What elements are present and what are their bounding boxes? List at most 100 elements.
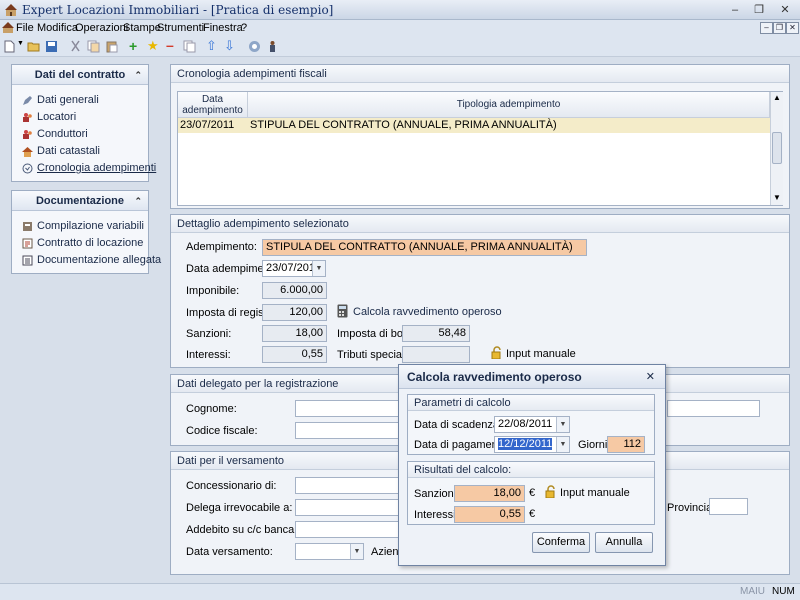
- collapse-icon[interactable]: ⌃: [134, 191, 142, 211]
- sidebar-item-dati-catastali[interactable]: Dati catastali: [12, 143, 148, 160]
- chevron-down-icon[interactable]: ▼: [556, 437, 569, 452]
- app-logo-icon: [5, 4, 17, 16]
- scrollbar-thumb[interactable]: [772, 132, 782, 164]
- interessi-label: Interessi:: [186, 349, 231, 361]
- sidebar-item-label: Cronologia adempimenti: [37, 162, 157, 174]
- imposta-bollo-field[interactable]: 58,48: [402, 325, 470, 342]
- dialog-interessi-field[interactable]: 0,55: [454, 506, 525, 523]
- chevron-down-icon[interactable]: ▼: [350, 544, 363, 559]
- contract-data-panel: Dati del contratto ⌃ Dati generali Locat…: [11, 64, 156, 182]
- vertical-scrollbar[interactable]: ▲ ▼: [770, 92, 783, 205]
- cancel-button[interactable]: Annulla: [595, 532, 653, 553]
- documentation-panel-header[interactable]: Documentazione ⌃: [12, 191, 148, 211]
- sidebar-item-conduttori[interactable]: Conduttori: [12, 126, 148, 143]
- menu-bar: File Modifica Operazioni Stampe Strument…: [0, 20, 800, 37]
- imponibile-field[interactable]: 6.000,00: [262, 282, 327, 299]
- people-icon: [23, 130, 32, 139]
- addebito-field[interactable]: [295, 521, 400, 538]
- params-title: Parametri di calcolo: [408, 395, 654, 411]
- cut-icon[interactable]: [69, 40, 82, 53]
- table-row[interactable]: 23/07/2011 STIPULA DEL CONTRATTO (ANNUAL…: [178, 118, 770, 133]
- provincia-field[interactable]: [709, 498, 748, 515]
- imposta-registro-field[interactable]: 120,00: [262, 304, 327, 321]
- scadenza-combo[interactable]: 22/08/2011 ▼: [494, 416, 570, 433]
- giorni-field[interactable]: 112: [607, 436, 645, 453]
- pagamento-value: 12/12/2011: [498, 438, 553, 450]
- column-header-type[interactable]: Tipologia adempimento: [248, 92, 770, 118]
- nome-field[interactable]: [667, 400, 760, 417]
- cognome-field[interactable]: [295, 400, 400, 417]
- open-folder-icon[interactable]: [27, 40, 40, 53]
- cognome-label: Cognome:: [186, 403, 237, 415]
- pencil-icon: [23, 96, 32, 105]
- data-adempimento-combo[interactable]: 23/07/2011 ▼: [262, 260, 326, 277]
- add-icon[interactable]: +: [129, 38, 137, 54]
- dialog-sanzioni-field[interactable]: 18,00: [454, 485, 525, 502]
- column-header-date[interactable]: Data adempimento: [178, 92, 248, 118]
- menu-operazioni[interactable]: Operazioni: [75, 22, 128, 34]
- copy-icon[interactable]: [87, 40, 100, 53]
- document-app-icon: [2, 22, 14, 33]
- dialog-close-icon[interactable]: ✕: [646, 365, 655, 389]
- dialog-title: Calcola ravvedimento operoso: [407, 370, 582, 384]
- menu-finestra[interactable]: Finestra: [203, 22, 243, 34]
- pagamento-combo[interactable]: 12/12/2011 ▼: [494, 436, 570, 453]
- menu-modifica[interactable]: Modifica: [37, 22, 78, 34]
- star-icon[interactable]: ★: [147, 38, 159, 54]
- chevron-down-icon[interactable]: ▼: [556, 417, 569, 432]
- minimize-button[interactable]: –: [724, 2, 746, 18]
- sidebar-item-cronologia[interactable]: Cronologia adempimenti: [12, 160, 156, 177]
- sidebar-item-label: Dati generali: [37, 94, 99, 106]
- contract-panel-title: Dati del contratto: [34, 69, 126, 81]
- tributi-speciali-label: Tributi speciali:: [337, 349, 410, 361]
- delega-field[interactable]: [295, 499, 400, 516]
- contract-panel-header[interactable]: Dati del contratto ⌃: [12, 65, 148, 85]
- paste-icon[interactable]: [105, 40, 118, 53]
- sidebar-item-documentazione-allegata[interactable]: Documentazione allegata: [12, 252, 161, 269]
- mdi-minimize-button[interactable]: –: [760, 22, 773, 34]
- sidebar-item-dati-generali[interactable]: Dati generali: [12, 92, 148, 109]
- duplicate-icon[interactable]: [183, 40, 196, 53]
- menu-strumenti[interactable]: Strumenti: [157, 22, 204, 34]
- title-bar: Expert Locazioni Immobiliari - [Pratica …: [0, 0, 800, 20]
- tributi-speciali-field[interactable]: [402, 346, 470, 363]
- sidebar-item-label: Locatori: [37, 111, 77, 123]
- menu-file[interactable]: File: [16, 22, 34, 34]
- calculator-icon[interactable]: [337, 304, 348, 318]
- new-document-icon[interactable]: [3, 40, 16, 53]
- confirm-button[interactable]: Conferma: [532, 532, 590, 553]
- calcola-ravvedimento-link[interactable]: Calcola ravvedimento operoso: [353, 306, 502, 318]
- codice-fiscale-field[interactable]: [295, 422, 400, 439]
- move-up-icon[interactable]: ⇧: [206, 38, 217, 54]
- move-down-icon[interactable]: ⇩: [224, 38, 235, 54]
- menu-stampe[interactable]: Stampe: [123, 22, 161, 34]
- help-icon[interactable]: [248, 40, 261, 53]
- unlock-icon[interactable]: [545, 485, 557, 498]
- mdi-close-button[interactable]: ✕: [786, 22, 799, 34]
- sidebar-item-contratto[interactable]: Contratto di locazione: [12, 235, 148, 252]
- data-versamento-combo[interactable]: ▼: [295, 543, 364, 560]
- sanzioni-field[interactable]: 18,00: [262, 325, 327, 342]
- menu-help[interactable]: ?: [241, 22, 247, 34]
- mdi-restore-button[interactable]: ❐: [773, 22, 786, 34]
- interessi-field[interactable]: 0,55: [262, 346, 327, 363]
- results-title: Risultati del calcolo:: [408, 462, 654, 478]
- restore-button[interactable]: ❐: [748, 2, 770, 18]
- dialog-input-manuale-label[interactable]: Input manuale: [560, 487, 630, 499]
- close-button[interactable]: ✕: [774, 2, 796, 18]
- scroll-up-icon[interactable]: ▲: [773, 93, 781, 102]
- adempimento-field[interactable]: STIPULA DEL CONTRATTO (ANNUALE, PRIMA AN…: [262, 239, 587, 256]
- sidebar-item-compilazione[interactable]: Compilazione variabili: [12, 218, 148, 235]
- input-manuale-label[interactable]: Input manuale: [506, 348, 576, 360]
- agent-icon[interactable]: [266, 40, 279, 53]
- save-icon[interactable]: [45, 40, 58, 53]
- chevron-down-icon[interactable]: ▼: [312, 261, 325, 276]
- scroll-down-icon[interactable]: ▼: [773, 193, 781, 202]
- status-bar: MAIU NUM: [0, 583, 800, 600]
- concessionario-field[interactable]: [295, 477, 400, 494]
- remove-icon[interactable]: –: [166, 37, 174, 53]
- unlock-icon[interactable]: [491, 346, 503, 359]
- collapse-icon[interactable]: ⌃: [134, 65, 142, 85]
- sidebar-item-locatori[interactable]: Locatori: [12, 109, 148, 126]
- new-dropdown-icon[interactable]: ▼: [17, 40, 24, 47]
